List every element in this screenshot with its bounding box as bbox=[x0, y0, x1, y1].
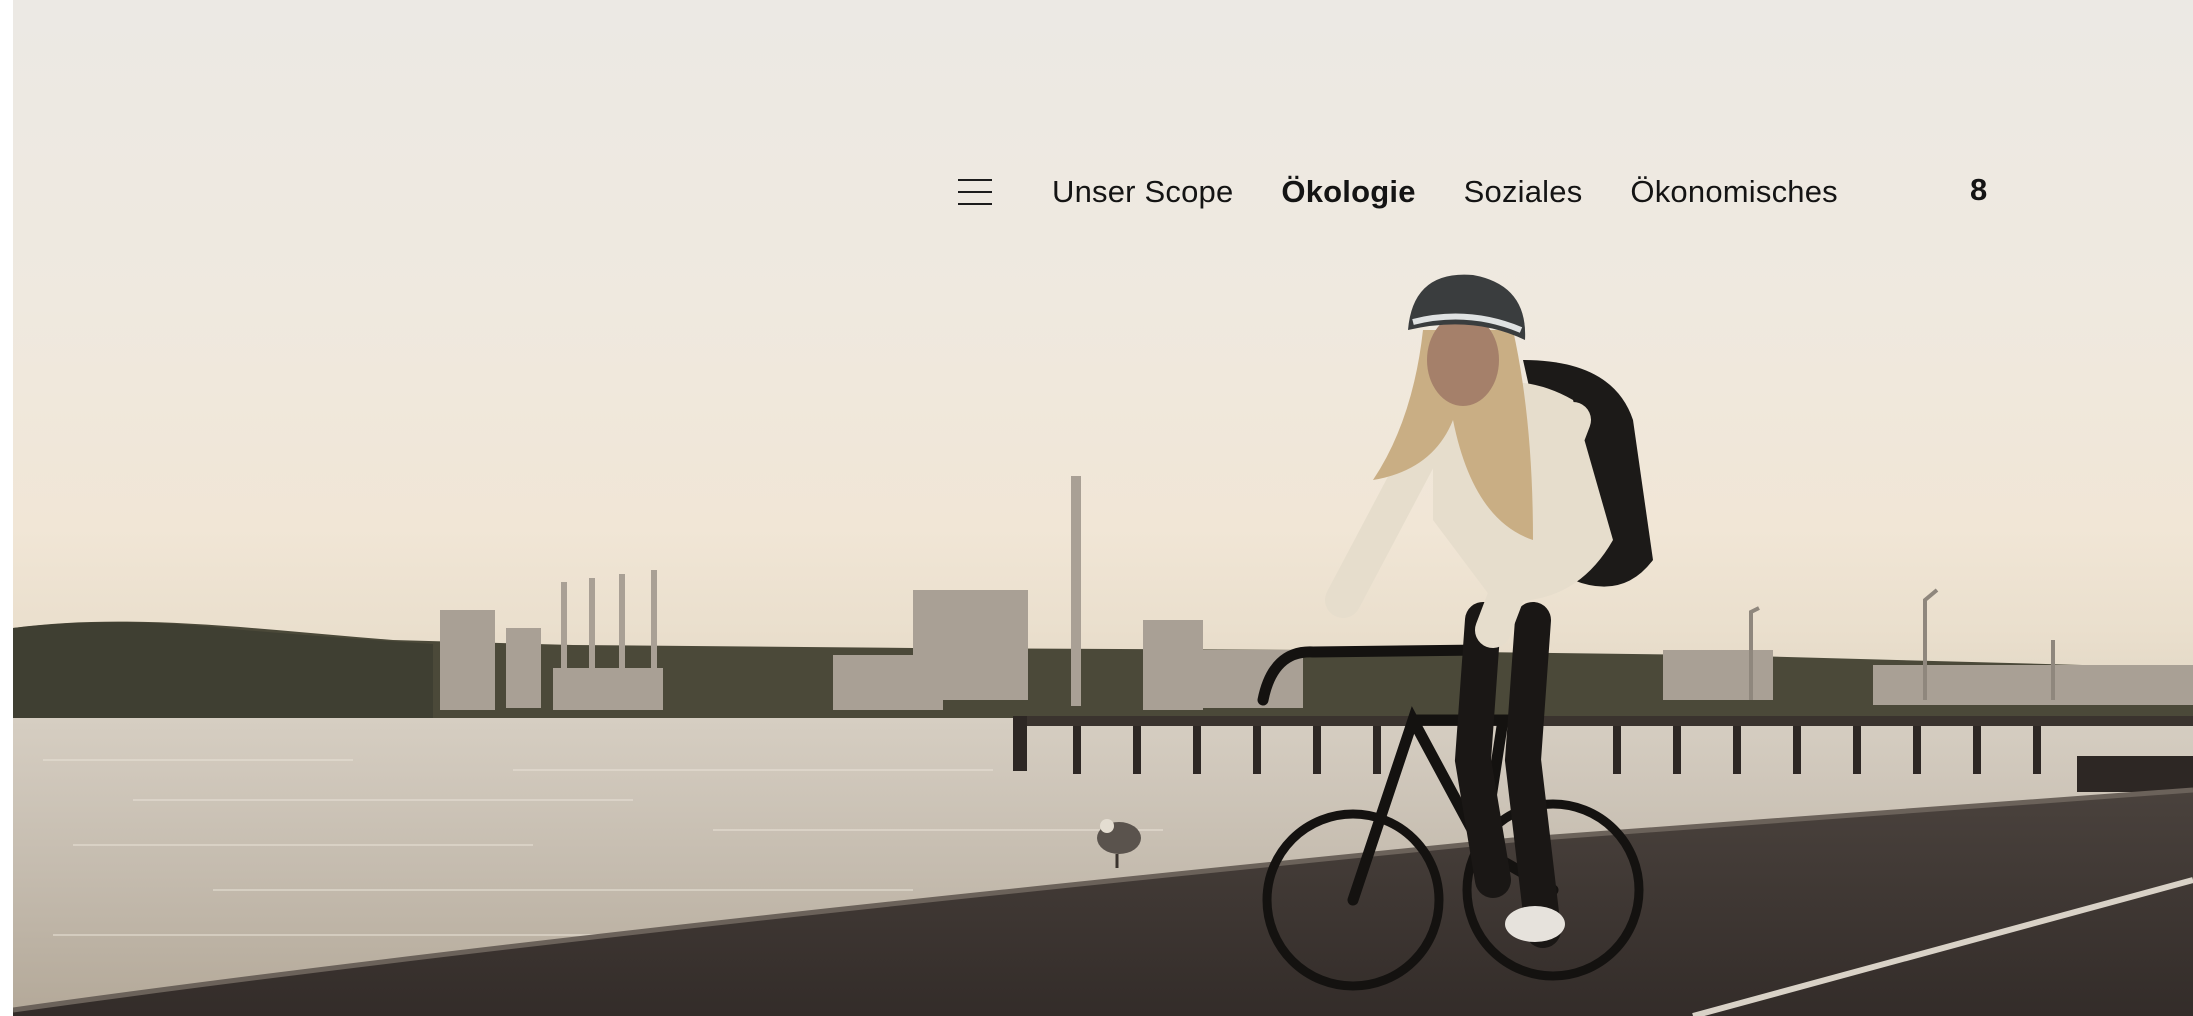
menu-line bbox=[958, 203, 992, 205]
hero-image bbox=[13, 0, 2193, 1016]
nav-item-oekonomisches[interactable]: Ökonomisches bbox=[1630, 174, 1837, 210]
hero-photo-illustration bbox=[13, 274, 2193, 1016]
menu-line bbox=[958, 191, 992, 193]
page: Unser Scope Ökologie Soziales Ökonomisch… bbox=[0, 0, 2193, 1016]
menu-line bbox=[958, 179, 992, 181]
top-navigation: Unser Scope Ökologie Soziales Ökonomisch… bbox=[958, 168, 1886, 216]
nav-item-soziales[interactable]: Soziales bbox=[1464, 174, 1583, 210]
page-number: 8 bbox=[1970, 172, 1988, 207]
nav-item-oekologie[interactable]: Ökologie bbox=[1281, 174, 1415, 210]
hamburger-menu-icon[interactable] bbox=[958, 179, 992, 205]
nav-item-unser-scope[interactable]: Unser Scope bbox=[1052, 174, 1233, 210]
